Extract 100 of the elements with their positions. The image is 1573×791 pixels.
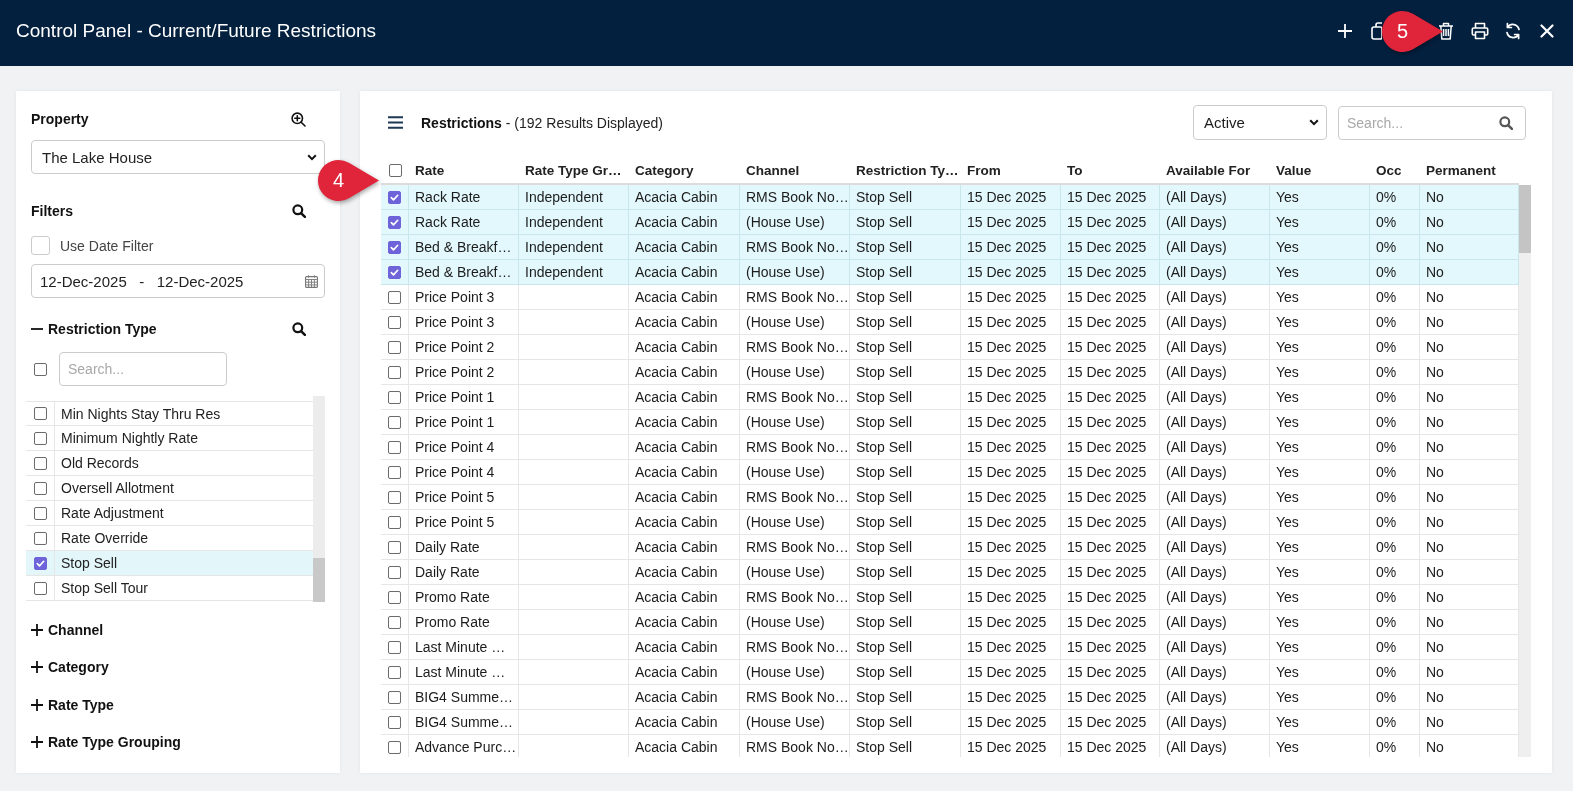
row-checkbox[interactable] [388, 390, 401, 404]
printer-icon[interactable] [1470, 22, 1489, 40]
copy-icon[interactable] [1370, 22, 1382, 40]
menu-icon[interactable] [388, 116, 403, 129]
table-row[interactable]: BIG4 Summe… Acacia Cabin (House Use) Stop Sell 15 Dec 2025 15 Dec 2025 (All Days) Yes 0% No [381, 710, 1519, 735]
section-header[interactable]: Category [48, 659, 306, 675]
refresh-icon[interactable] [1504, 22, 1523, 40]
table-row[interactable]: Promo Rate Acacia Cabin RMS Book No… Stop Sell 15 Dec 2025 15 Dec 2025 (All Days) Yes 0% No [381, 585, 1519, 610]
column-header[interactable]: Channel [740, 158, 850, 183]
checkbox[interactable] [33, 407, 47, 420]
row-checkbox[interactable] [388, 665, 401, 679]
search-icon[interactable] [292, 204, 306, 218]
column-header[interactable]: Occ [1370, 158, 1420, 183]
zoom-in-icon[interactable] [291, 111, 306, 127]
row-checkbox[interactable] [388, 740, 401, 754]
search-field[interactable]: Search... [1338, 105, 1526, 140]
table-row[interactable]: Price Point 3 Acacia Cabin (House Use) Stop Sell 15 Dec 2025 15 Dec 2025 (All Days) Yes 0% No [381, 310, 1519, 335]
row-checkbox[interactable] [388, 515, 401, 529]
row-checkbox[interactable] [388, 440, 401, 454]
column-header[interactable]: Restriction Ty… [850, 158, 961, 183]
table-row[interactable]: Price Point 4 Acacia Cabin (House Use) Stop Sell 15 Dec 2025 15 Dec 2025 (All Days) Yes 0% No [381, 460, 1519, 485]
row-checkbox[interactable] [388, 190, 401, 204]
row-checkbox[interactable] [388, 490, 401, 504]
checkbox[interactable] [33, 556, 47, 570]
table-row[interactable]: Last Minute … Acacia Cabin (House Use) Stop Sell 15 Dec 2025 15 Dec 2025 (All Days) Yes 0% No [381, 660, 1519, 685]
table-row[interactable]: Bed & Breakf… Independent Acacia Cabin RMS Book No… Stop Sell 15 Dec 2025 15 Dec 2025 (All Days) Yes 0% No [381, 235, 1519, 260]
row-checkbox[interactable] [388, 415, 401, 429]
expand-icon[interactable] [31, 623, 43, 636]
table-row[interactable]: BIG4 Summe… Acacia Cabin RMS Book No… Stop Sell 15 Dec 2025 15 Dec 2025 (All Days) Yes 0% No [381, 685, 1519, 710]
checkbox[interactable] [33, 431, 47, 445]
column-header[interactable]: To [1061, 158, 1160, 183]
checkbox[interactable] [33, 481, 47, 495]
table-row[interactable]: Price Point 3 Acacia Cabin RMS Book No… Stop Sell 15 Dec 2025 15 Dec 2025 (All Days) Yes 0% No [381, 285, 1519, 310]
row-checkbox[interactable] [388, 265, 401, 279]
search-icon[interactable] [292, 322, 306, 336]
column-header[interactable]: Rate Type Gr… [519, 158, 629, 183]
row-checkbox[interactable] [388, 590, 401, 604]
date-range-field[interactable]: 12-Dec-2025 - 12-Dec-2025 [31, 264, 325, 298]
column-header[interactable]: Rate [409, 158, 519, 183]
table-row[interactable]: Price Point 1 Acacia Cabin RMS Book No… Stop Sell 15 Dec 2025 15 Dec 2025 (All Days) Yes 0% No [381, 385, 1519, 410]
row-checkbox[interactable] [388, 215, 401, 229]
table-row[interactable]: Promo Rate Acacia Cabin (House Use) Stop Sell 15 Dec 2025 15 Dec 2025 (All Days) Yes 0% No [381, 610, 1519, 635]
status-select[interactable]: Active [1193, 105, 1327, 140]
row-checkbox[interactable] [388, 565, 401, 579]
column-header[interactable]: Permanent [1420, 158, 1519, 183]
column-header[interactable]: Category [629, 158, 740, 183]
table-row[interactable]: Price Point 2 Acacia Cabin RMS Book No… Stop Sell 15 Dec 2025 15 Dec 2025 (All Days) Yes 0% No [381, 335, 1519, 360]
row-checkbox[interactable] [388, 315, 401, 329]
search-icon[interactable] [1499, 115, 1513, 130]
table-row[interactable]: Rack Rate Independent Acacia Cabin RMS Book No… Stop Sell 15 Dec 2025 15 Dec 2025 (All Days) Yes 0% No [381, 185, 1519, 210]
table-row[interactable]: Price Point 2 Acacia Cabin (House Use) Stop Sell 15 Dec 2025 15 Dec 2025 (All Days) Yes 0% No [381, 360, 1519, 385]
trash-icon[interactable] [1437, 22, 1454, 40]
property-select[interactable]: The Lake House [31, 140, 325, 174]
row-checkbox[interactable] [388, 340, 401, 354]
row-checkbox[interactable] [388, 465, 401, 479]
table-row[interactable]: Daily Rate Acacia Cabin (House Use) Stop Sell 15 Dec 2025 15 Dec 2025 (All Days) Yes 0% No [381, 560, 1519, 585]
checkbox[interactable] [33, 531, 47, 545]
table-row[interactable]: Price Point 4 Acacia Cabin RMS Book No… Stop Sell 15 Dec 2025 15 Dec 2025 (All Days) Yes 0% No [381, 435, 1519, 460]
filter-option[interactable]: Stop Sell Tour [26, 576, 313, 601]
scrollbar-thumb[interactable] [1519, 185, 1531, 253]
column-header[interactable]: Available For [1160, 158, 1270, 183]
select-all-checkbox[interactable] [388, 164, 402, 177]
select-all-checkbox[interactable] [34, 362, 47, 376]
checkbox[interactable] [33, 456, 47, 470]
section-header[interactable]: Rate Type [48, 696, 306, 713]
row-checkbox[interactable] [388, 690, 401, 704]
scrollbar-thumb[interactable] [313, 558, 325, 602]
expand-icon[interactable] [31, 661, 43, 673]
section-header[interactable]: Restriction Type [48, 321, 292, 337]
row-checkbox[interactable] [388, 240, 401, 254]
checkbox[interactable] [33, 581, 47, 595]
filter-option[interactable]: Stop Sell [26, 551, 313, 576]
add-icon[interactable] [1336, 23, 1353, 39]
row-checkbox[interactable] [388, 715, 401, 729]
table-row[interactable]: Price Point 5 Acacia Cabin (House Use) Stop Sell 15 Dec 2025 15 Dec 2025 (All Days) Yes 0% No [381, 510, 1519, 535]
filter-option[interactable]: Old Records [26, 451, 313, 476]
table-row[interactable]: Daily Rate Acacia Cabin RMS Book No… Stop Sell 15 Dec 2025 15 Dec 2025 (All Days) Yes 0% No [381, 535, 1519, 560]
table-row[interactable]: Price Point 1 Acacia Cabin (House Use) Stop Sell 15 Dec 2025 15 Dec 2025 (All Days) Yes 0% No [381, 410, 1519, 435]
table-row[interactable]: Rack Rate Independent Acacia Cabin (House Use) Stop Sell 15 Dec 2025 15 Dec 2025 (All Days) Yes 0% No [381, 210, 1519, 235]
expand-icon[interactable] [31, 698, 43, 711]
close-icon[interactable] [1540, 24, 1554, 38]
expand-icon[interactable] [31, 736, 43, 748]
row-checkbox[interactable] [388, 615, 401, 629]
section-header[interactable]: Channel [48, 621, 306, 638]
section-header[interactable]: Rate Type Grouping [48, 734, 306, 750]
filter-option[interactable]: Min Nights Stay Thru Res [26, 401, 313, 426]
table-row[interactable]: Price Point 5 Acacia Cabin RMS Book No… Stop Sell 15 Dec 2025 15 Dec 2025 (All Days) Yes 0% No [381, 485, 1519, 510]
search-field[interactable]: Search... [59, 352, 227, 386]
checkbox[interactable] [33, 506, 47, 520]
row-checkbox[interactable] [388, 540, 401, 554]
filter-option[interactable]: Rate Adjustment [26, 501, 313, 526]
column-header[interactable]: Value [1270, 158, 1370, 183]
filter-option[interactable]: Oversell Allotment [26, 476, 313, 501]
row-checkbox[interactable] [388, 290, 401, 304]
calendar-icon[interactable] [305, 274, 318, 288]
filter-option[interactable]: Minimum Nightly Rate [26, 426, 313, 451]
column-header[interactable]: From [961, 158, 1061, 183]
table-row[interactable]: Last Minute … Acacia Cabin RMS Book No… Stop Sell 15 Dec 2025 15 Dec 2025 (All Days) Yes 0% No [381, 635, 1519, 660]
table-row[interactable]: Advance Purc… Acacia Cabin RMS Book No… Stop Sell 15 Dec 2025 15 Dec 2025 (All Days) Yes 0% No [381, 735, 1519, 757]
row-checkbox[interactable] [388, 640, 401, 654]
